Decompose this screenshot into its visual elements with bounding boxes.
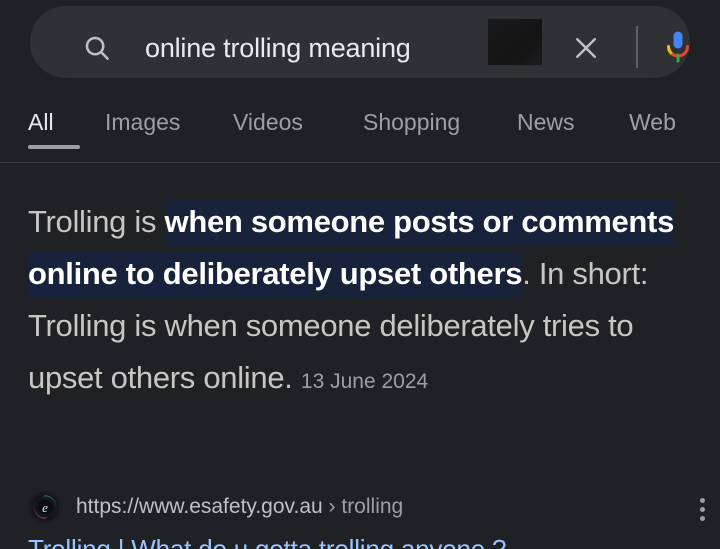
source-path: trolling	[341, 495, 404, 518]
tab-news-label: News	[517, 109, 575, 135]
search-tabs: All Images Videos Shopping News Web	[0, 97, 720, 163]
tab-all[interactable]: All	[28, 97, 80, 163]
search-selection-artifact	[488, 19, 542, 65]
tab-web[interactable]: Web	[629, 97, 691, 163]
tab-images-label: Images	[105, 109, 181, 135]
esafety-favicon: e	[28, 490, 62, 524]
search-icon[interactable]	[76, 27, 118, 69]
source-separator: ›	[322, 495, 342, 518]
answer-date: 13 June 2024	[300, 370, 429, 393]
search-bar[interactable]: online trolling meaning	[30, 6, 690, 78]
microphone-icon[interactable]	[656, 24, 700, 72]
close-icon[interactable]	[564, 26, 608, 70]
tab-videos[interactable]: Videos	[233, 97, 321, 163]
kebab-menu-icon[interactable]	[684, 492, 720, 526]
kebab-dot	[699, 497, 705, 503]
result-title-clipped[interactable]: Trolling | What do u gotta trolling anyo…	[28, 532, 698, 549]
result-title-text: Trolling | What do u gotta trolling anyo…	[28, 534, 507, 549]
tab-videos-label: Videos	[233, 109, 303, 135]
search-bar-divider	[636, 26, 638, 68]
source-domain: https://www.esafety.gov.au	[76, 495, 323, 518]
answer-lead-text: Trolling is	[28, 204, 165, 239]
kebab-dot	[699, 506, 705, 512]
tab-shopping[interactable]: Shopping	[363, 97, 475, 163]
tab-web-label: Web	[629, 109, 676, 135]
answer-paragraph: Trolling is when someone posts or commen…	[28, 196, 698, 408]
tabs-divider	[0, 162, 720, 163]
tab-all-label: All	[28, 109, 54, 135]
tab-images[interactable]: Images	[105, 97, 193, 163]
source-url[interactable]: https://www.esafety.gov.au › trolling	[76, 488, 403, 526]
featured-snippet: Trolling is when someone posts or commen…	[28, 196, 698, 408]
tab-news[interactable]: News	[517, 97, 585, 163]
kebab-dot	[699, 515, 705, 521]
tab-active-underline	[28, 145, 80, 149]
svg-text:e: e	[42, 500, 48, 515]
search-input[interactable]: online trolling meaning	[145, 27, 475, 69]
tab-shopping-label: Shopping	[363, 109, 461, 135]
search-header: online trolling meaning	[0, 0, 720, 96]
source-row: e https://www.esafety.gov.au › trolling	[28, 488, 705, 528]
